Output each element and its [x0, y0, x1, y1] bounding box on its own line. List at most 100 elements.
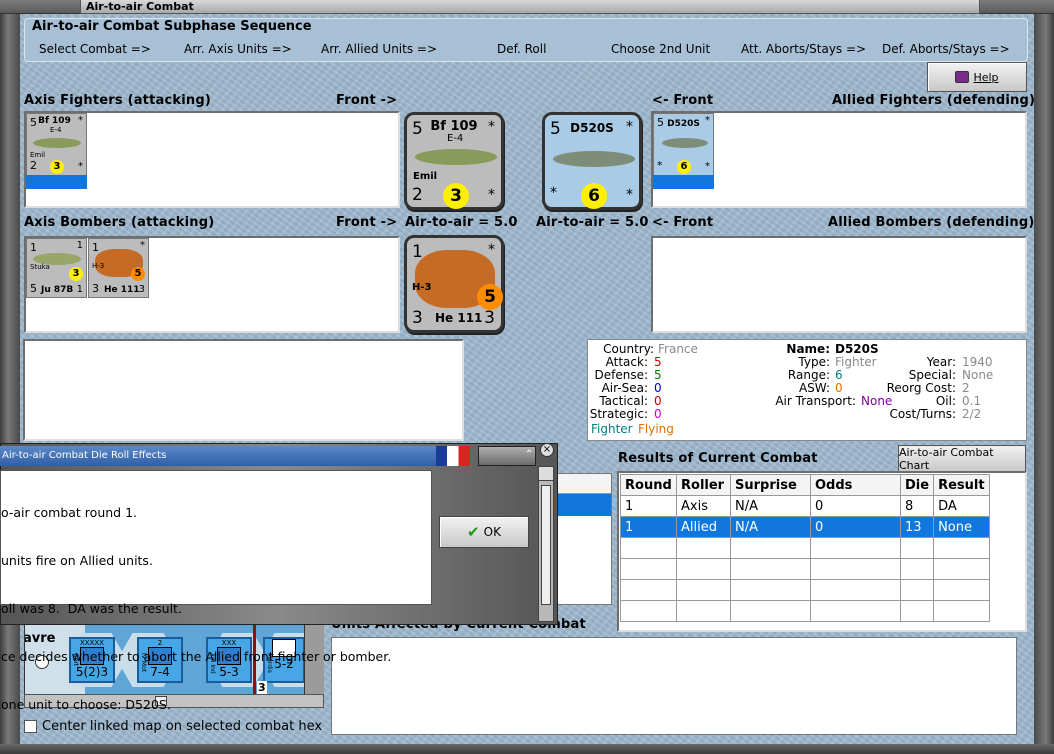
step-arr-allied: Arr. Allied Units => — [321, 42, 438, 56]
table-row[interactable]: 1 Axis N/A 0 8 DA — [620, 495, 991, 517]
collapse-icon[interactable]: ⌃ — [522, 448, 536, 462]
axis-bombers-label: Axis Bombers (attacking) — [24, 215, 215, 230]
dialog-title[interactable]: Air-to-air Combat Die Roll Effects — [0, 446, 440, 466]
col-roller[interactable]: Roller — [676, 474, 731, 496]
unit-counter-he111-mini[interactable]: 1 * H-3 5 3 He 111 3 — [88, 238, 149, 298]
ju87-name: Ju 87B — [41, 285, 74, 295]
col-round[interactable]: Round — [620, 474, 677, 496]
axis-front-label: Front -> — [336, 93, 398, 108]
big-he111-br: 3 — [484, 308, 495, 328]
cell: DA — [933, 495, 991, 517]
front-axis-fighter-counter[interactable]: 5 Bf 109 E-4 * Emil 2 3 * — [404, 112, 504, 210]
air-to-air-chart-button[interactable]: Air-to-air Combat Chart — [898, 445, 1026, 473]
results-title: Results of Current Combat — [618, 451, 818, 466]
col-odds[interactable]: Odds — [810, 474, 901, 496]
allied-fighters-label: Allied Fighters (defending) — [832, 93, 1036, 108]
ju87-tl: 1 — [30, 241, 37, 254]
background-list — [556, 473, 612, 605]
ok-button[interactable]: ✔ OK — [439, 516, 529, 548]
scroll-up-icon[interactable] — [539, 467, 553, 481]
table-row[interactable]: 1 Allied N/A 0 13 None — [620, 516, 991, 538]
big-d520-star: * — [626, 119, 633, 135]
frame-bottom — [0, 744, 1054, 754]
ju87-tr: 1 — [76, 240, 83, 251]
front-allied-fighter-counter[interactable]: 5 D520S * * 6 * — [542, 112, 642, 210]
cell: 0 — [810, 516, 901, 538]
mini-bf109-name: Bf 109 — [38, 116, 71, 126]
cell: None — [933, 516, 991, 538]
info-cost: 2/2 — [962, 407, 982, 421]
big-d520-star3: * — [626, 187, 633, 203]
big-bf109-range: 3 — [443, 183, 469, 209]
cell: 1 — [620, 516, 677, 538]
info-country: France — [658, 342, 698, 356]
axis-air-to-air-value: Air-to-air = 5.0 — [405, 215, 518, 230]
frame-right — [1034, 14, 1054, 754]
help-button[interactable]: Help — [927, 62, 1027, 92]
help-book-icon — [955, 71, 970, 83]
cell: 13 — [899, 516, 935, 538]
title-tab — [80, 0, 980, 14]
mini-he111-tl: 1 — [92, 241, 99, 254]
dialog-scrollbar[interactable] — [538, 466, 554, 622]
info-cost-label: Cost/Turns: — [889, 407, 956, 421]
front-axis-bomber-counter[interactable]: 1 * H-3 5 3 He 111 3 — [404, 235, 504, 333]
mini-d520-range: 6 — [677, 160, 691, 174]
cell: N/A — [730, 516, 811, 538]
big-bf109-pilot: Emil — [413, 171, 438, 182]
info-strategic: 0 — [654, 407, 662, 421]
flag-icon — [436, 446, 470, 466]
message-line: ce decides whether to abort the Allied f… — [1, 649, 392, 664]
axis-fighters-label: Axis Fighters (attacking) — [24, 93, 211, 108]
scroll-thumb[interactable] — [541, 485, 551, 605]
plane-icon — [662, 138, 708, 148]
mini-he111-name: He 111 — [104, 285, 140, 295]
table-row — [620, 600, 991, 622]
selection-bar-allied — [653, 175, 714, 189]
col-die[interactable]: Die — [899, 474, 935, 496]
window-title: Air-to-air Combat — [86, 0, 194, 13]
mini-d520-star: * — [705, 115, 710, 126]
table-row — [620, 537, 991, 559]
cell: Axis — [676, 495, 731, 517]
big-d520-name: D520S — [570, 121, 614, 135]
message-line: oll was 8. DA was the result. — [1, 601, 182, 616]
dialog-message: o-air combat round 1. units fire on Alli… — [0, 470, 432, 712]
cell: Allied — [676, 516, 731, 538]
big-bf109-star2: * — [488, 187, 495, 203]
col-surprise[interactable]: Surprise — [730, 474, 811, 496]
info-tag-fighter: Fighter — [591, 422, 633, 436]
allied-bombers-panel[interactable] — [651, 236, 1027, 333]
unit-counter-ju87[interactable]: 1 1 Stuka 3 5 Ju 87B 1 — [26, 238, 87, 298]
checkmark-icon: ✔ — [467, 523, 480, 541]
big-bf109-name: Bf 109 — [430, 119, 478, 134]
message-line: o-air combat round 1. — [1, 505, 137, 520]
mini-he111-range: 5 — [131, 267, 145, 281]
mini-bf109-star: * — [78, 115, 83, 126]
close-icon[interactable]: × — [540, 443, 554, 457]
notes-panel — [23, 339, 464, 441]
ju87-br: 1 — [76, 284, 83, 295]
help-label: Help — [973, 70, 999, 84]
allied-front-label: <- Front — [652, 93, 714, 108]
mini-bf109-pilot: Emil — [30, 151, 46, 159]
step-arr-axis: Arr. Axis Units => — [184, 42, 292, 56]
cell: N/A — [730, 495, 811, 517]
message-line: units fire on Allied units. — [1, 553, 153, 568]
plane-icon — [415, 149, 497, 165]
sequence-title: Air-to-air Combat Subphase Sequence — [32, 19, 312, 34]
mini-he111-variant: H-3 — [92, 262, 105, 270]
message-line: one unit to choose: D520S. — [1, 697, 171, 712]
step-def-roll: Def. Roll — [497, 42, 547, 56]
big-he111-range: 5 — [477, 284, 503, 310]
cell: 1 — [620, 495, 677, 517]
big-d520-star2: * — [550, 185, 557, 201]
units-affected-panel — [331, 637, 1017, 735]
info-strategic-label: Strategic: — [589, 407, 648, 421]
step-select-combat: Select Combat => — [39, 42, 151, 56]
mini-bf109-defense: 2 — [30, 159, 37, 172]
info-air-transport: None — [861, 394, 893, 408]
mini-he111-star: * — [140, 240, 145, 251]
col-result[interactable]: Result — [933, 474, 991, 496]
allied-air-to-air-value: Air-to-air = 5.0 — [536, 215, 649, 230]
